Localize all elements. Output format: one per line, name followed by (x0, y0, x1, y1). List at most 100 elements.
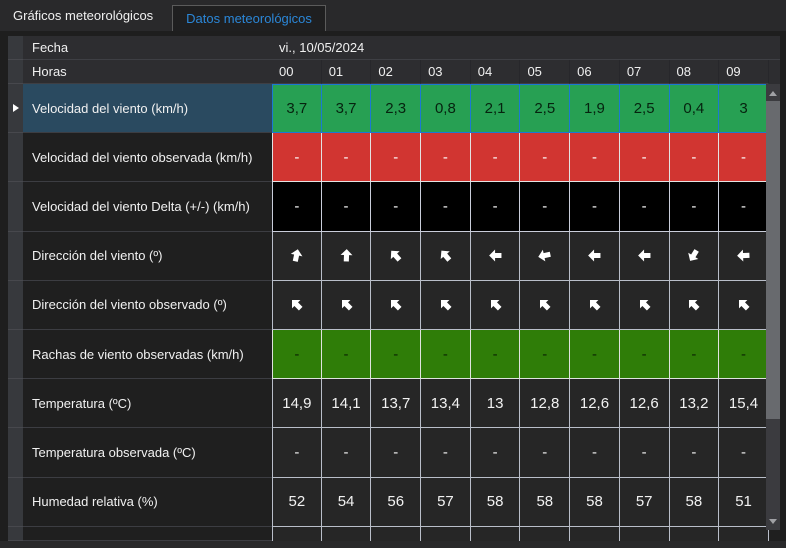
scrollbar-down-button[interactable] (766, 513, 780, 529)
data-cell[interactable]: 15,4 (719, 379, 769, 428)
data-cell[interactable]: - (272, 182, 322, 231)
data-cell[interactable]: - (670, 133, 720, 182)
data-cell[interactable]: 13,7 (371, 379, 421, 428)
hour-header-cell[interactable]: 02 (371, 60, 421, 84)
data-cell[interactable]: - (322, 133, 372, 182)
data-cell[interactable]: - (272, 330, 322, 379)
data-cell[interactable]: 51 (719, 478, 769, 527)
data-cell[interactable]: - (421, 133, 471, 182)
data-cell[interactable]: - (272, 428, 322, 477)
data-cell[interactable]: 12,6 (620, 379, 670, 428)
data-cell[interactable]: - (371, 428, 421, 477)
data-cell[interactable]: - (719, 133, 769, 182)
data-cell[interactable]: - (322, 428, 372, 477)
data-cell[interactable] (371, 281, 421, 330)
hour-header-cell[interactable]: 08 (670, 60, 720, 84)
hour-header-cell[interactable]: 00 (272, 60, 322, 84)
data-cell[interactable]: - (670, 428, 720, 477)
data-cell[interactable] (371, 527, 421, 541)
data-cell[interactable] (520, 281, 570, 330)
row-indicator-cell[interactable] (8, 133, 23, 182)
data-cell[interactable]: - (670, 182, 720, 231)
data-cell[interactable]: - (570, 182, 620, 231)
tab-graficos-meteorologicos[interactable]: Gráficos meteorológicos (0, 0, 166, 31)
data-cell[interactable] (272, 281, 322, 330)
data-cell[interactable]: 2,5 (620, 84, 670, 133)
data-cell[interactable]: 52 (272, 478, 322, 527)
data-cell[interactable]: 54 (322, 478, 372, 527)
data-cell[interactable] (471, 527, 521, 541)
data-cell[interactable]: 3,7 (272, 84, 322, 133)
row-indicator-cell[interactable] (8, 527, 23, 541)
row-header[interactable]: Dirección del viento observado (º) (23, 281, 272, 330)
row-header[interactable]: Humedad relativa (%) (23, 478, 272, 527)
data-cell[interactable]: - (322, 330, 372, 379)
data-cell[interactable]: 12,8 (520, 379, 570, 428)
data-cell[interactable] (670, 232, 720, 281)
data-cell[interactable] (620, 232, 670, 281)
data-cell[interactable]: 12,6 (570, 379, 620, 428)
data-cell[interactable] (670, 281, 720, 330)
date-row-label[interactable]: Fecha (23, 36, 272, 60)
data-cell[interactable] (520, 232, 570, 281)
row-indicator-cell[interactable] (8, 478, 23, 527)
data-cell[interactable]: 58 (520, 478, 570, 527)
data-cell[interactable] (719, 527, 769, 541)
data-cell[interactable]: - (620, 133, 670, 182)
data-cell[interactable] (570, 232, 620, 281)
data-cell[interactable]: - (520, 330, 570, 379)
data-cell[interactable]: - (570, 330, 620, 379)
data-cell[interactable]: - (520, 182, 570, 231)
data-cell[interactable] (719, 281, 769, 330)
row-header[interactable]: Velocidad del viento (km/h) (23, 84, 272, 133)
data-cell[interactable]: 3,7 (322, 84, 372, 133)
row-header[interactable]: Temperatura observada (ºC) (23, 428, 272, 477)
data-cell[interactable]: - (520, 133, 570, 182)
scrollbar-up-button[interactable] (766, 85, 780, 101)
row-header[interactable]: Dirección del viento (º) (23, 232, 272, 281)
data-cell[interactable] (322, 232, 372, 281)
data-cell[interactable]: 13,2 (670, 379, 720, 428)
row-header[interactable]: Velocidad del viento observada (km/h) (23, 133, 272, 182)
data-cell[interactable]: 13 (471, 379, 521, 428)
hour-header-cell[interactable]: 04 (471, 60, 521, 84)
data-cell[interactable]: 57 (620, 478, 670, 527)
row-indicator-cell[interactable] (8, 84, 23, 133)
hour-header-cell[interactable]: 06 (570, 60, 620, 84)
data-cell[interactable] (570, 527, 620, 541)
tab-datos-meteorologicos[interactable]: Datos meteorológicos (172, 5, 326, 31)
row-header[interactable]: Velocidad del viento Delta (+/-) (km/h) (23, 182, 272, 231)
hour-header-cell[interactable]: 05 (520, 60, 570, 84)
data-cell[interactable]: - (719, 330, 769, 379)
data-cell[interactable]: - (670, 330, 720, 379)
data-cell[interactable]: 3 (719, 84, 769, 133)
hour-header-cell[interactable]: 09 (719, 60, 769, 84)
data-cell[interactable]: - (620, 182, 670, 231)
data-cell[interactable]: 58 (471, 478, 521, 527)
data-cell[interactable]: - (471, 330, 521, 379)
data-cell[interactable] (421, 527, 471, 541)
data-cell[interactable] (272, 232, 322, 281)
hours-row-label[interactable]: Horas (23, 60, 272, 84)
hour-header-cell[interactable]: 03 (421, 60, 471, 84)
data-cell[interactable]: 0,4 (670, 84, 720, 133)
data-cell[interactable]: - (570, 428, 620, 477)
data-cell[interactable] (272, 527, 322, 541)
data-cell[interactable] (421, 232, 471, 281)
data-cell[interactable]: - (719, 182, 769, 231)
data-cell[interactable]: 2,3 (371, 84, 421, 133)
data-cell[interactable]: - (471, 182, 521, 231)
scrollbar-thumb[interactable] (766, 101, 780, 419)
data-cell[interactable]: 1,9 (570, 84, 620, 133)
data-cell[interactable]: 2,1 (471, 84, 521, 133)
data-cell[interactable]: - (471, 428, 521, 477)
data-cell[interactable] (670, 527, 720, 541)
data-cell[interactable]: - (719, 428, 769, 477)
data-cell[interactable] (471, 232, 521, 281)
row-indicator-cell[interactable] (8, 330, 23, 379)
data-cell[interactable]: - (620, 330, 670, 379)
data-cell[interactable]: 58 (670, 478, 720, 527)
data-cell[interactable] (322, 527, 372, 541)
data-cell[interactable] (620, 527, 670, 541)
row-header[interactable]: Rachas de viento observadas (km/h) (23, 330, 272, 379)
